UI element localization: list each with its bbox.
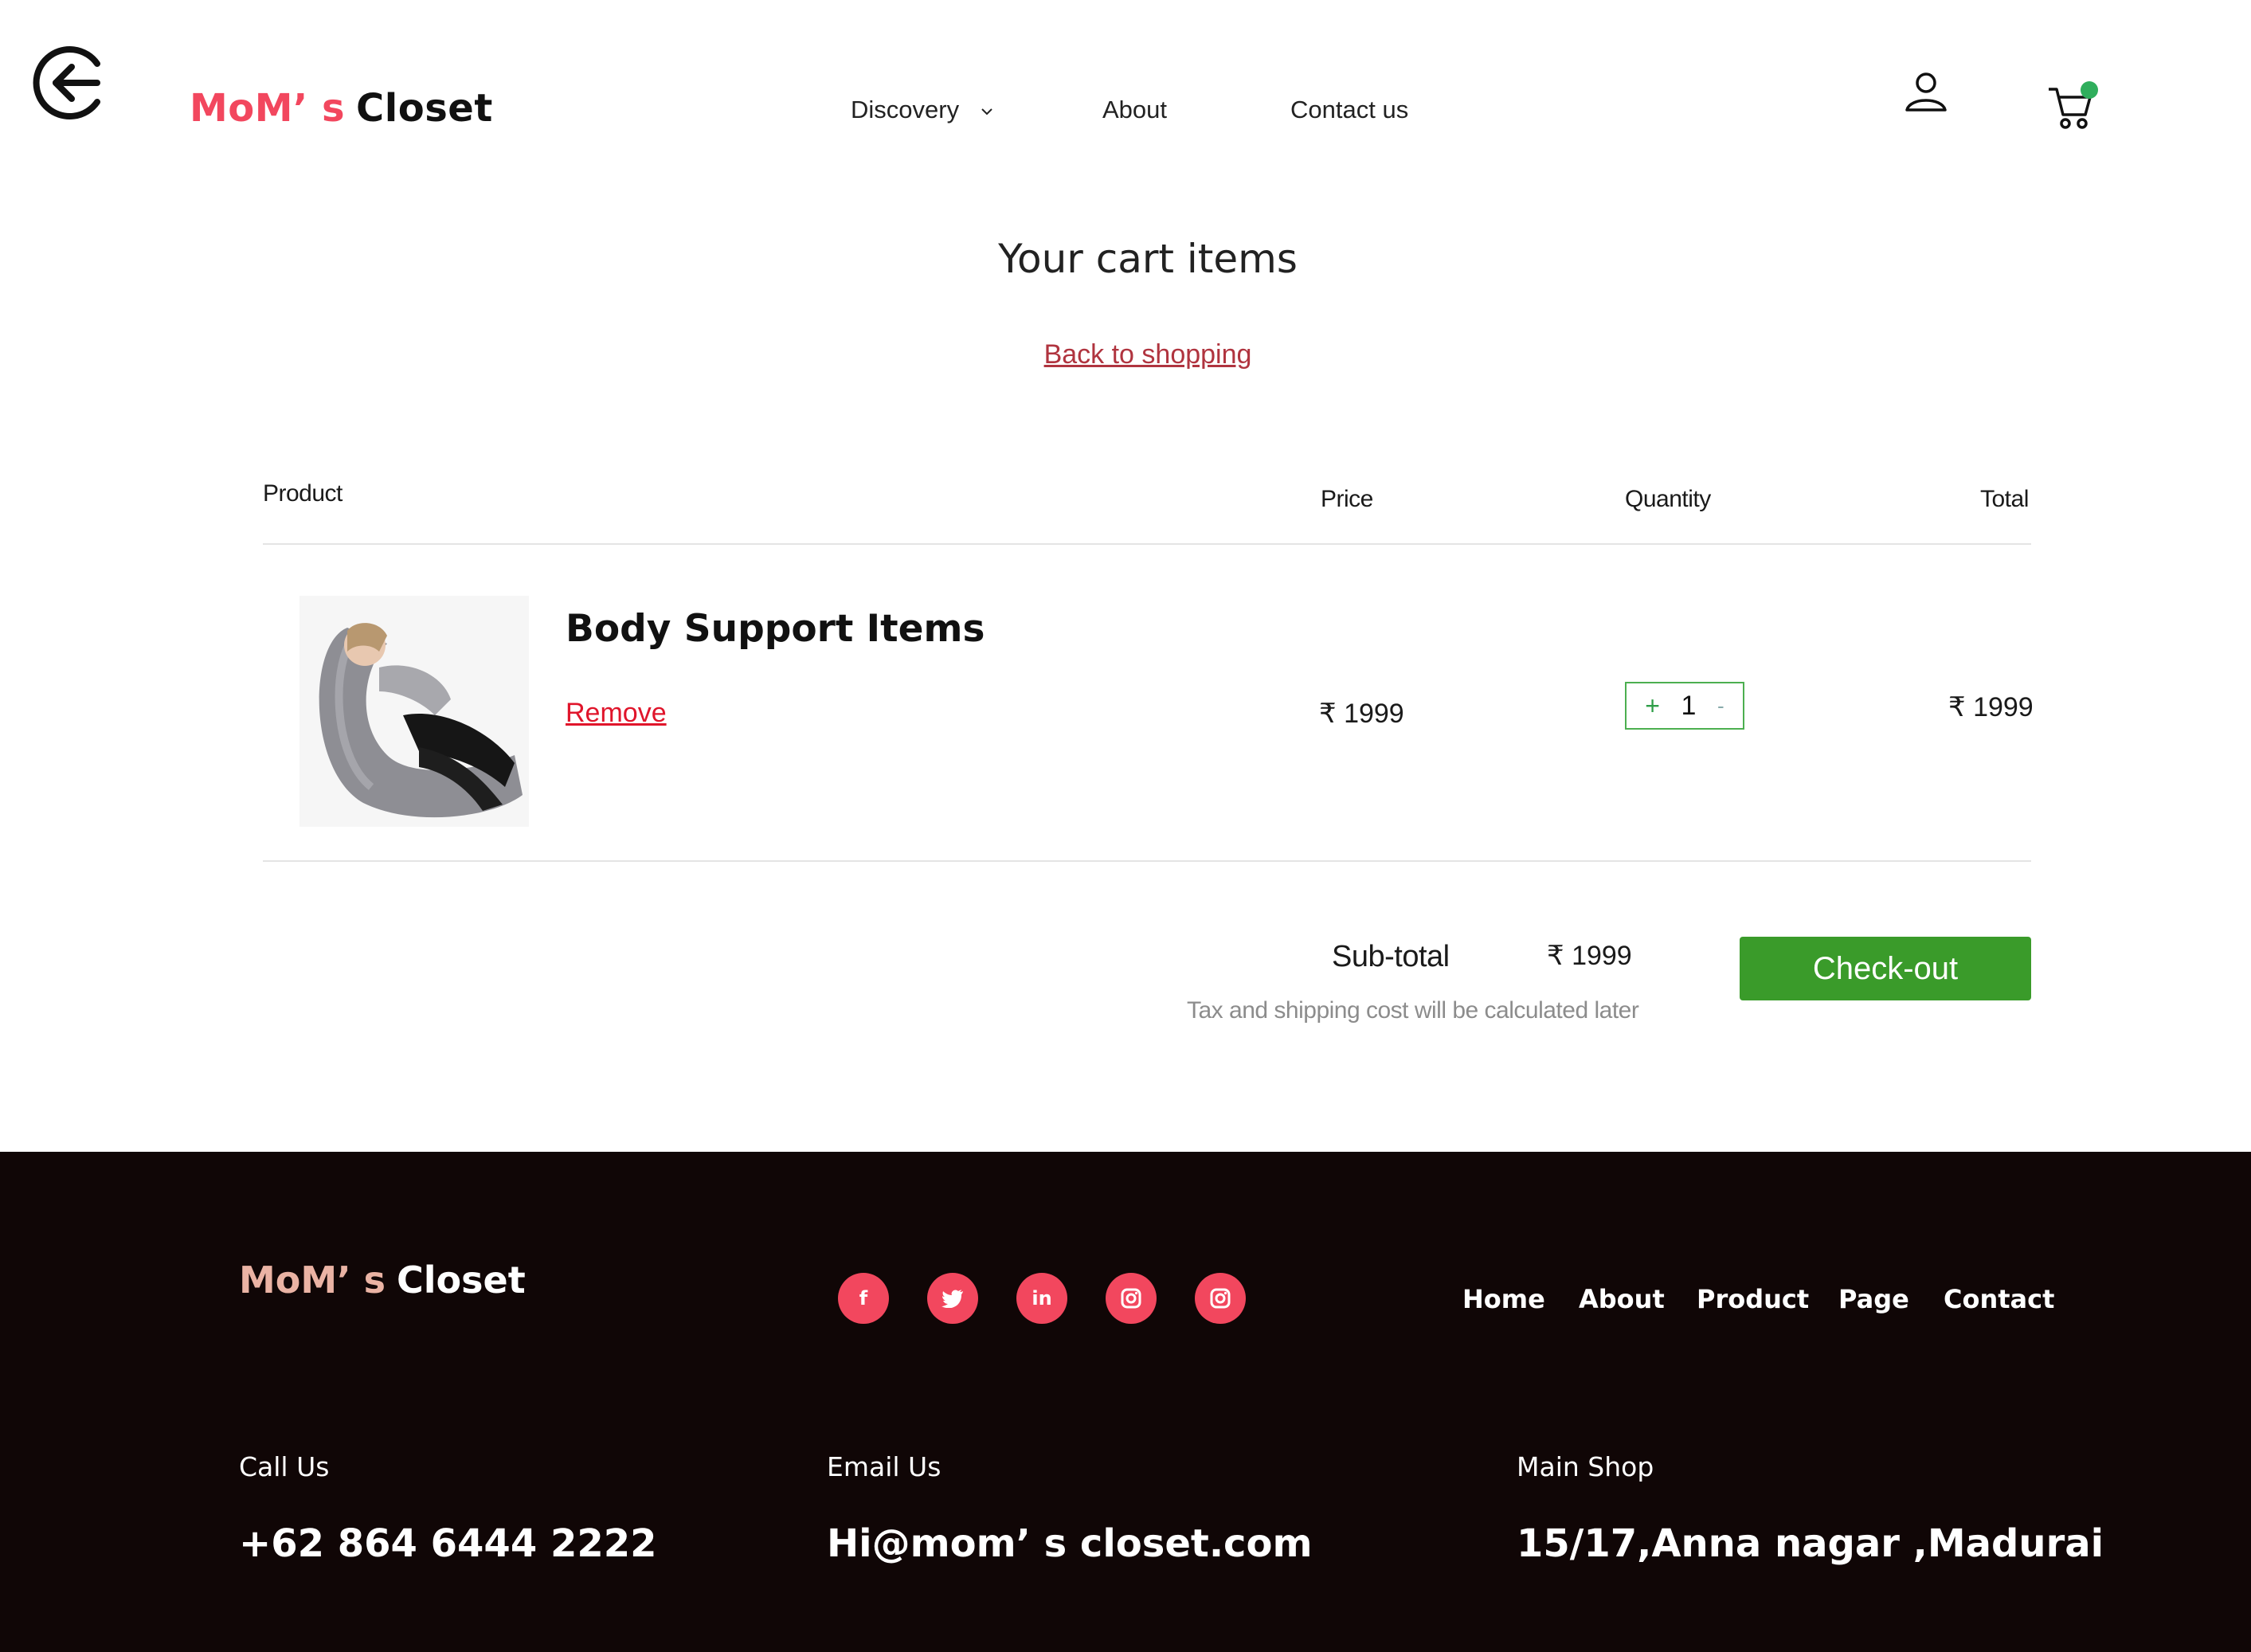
column-header-quantity: Quantity [1625, 486, 1711, 512]
tax-note: Tax and shipping cost will be calculated… [1187, 997, 1639, 1024]
main-shop-label: Main Shop [1517, 1451, 1654, 1482]
user-icon [1905, 72, 1947, 112]
linkedin-icon: in [1032, 1287, 1052, 1309]
quantity-increase-button[interactable]: + [1645, 693, 1660, 718]
nav-about[interactable]: About [1102, 96, 1167, 124]
footer [0, 1152, 2251, 1652]
subtotal-label: Sub-total [1332, 940, 1450, 973]
instagram-icon [1210, 1288, 1231, 1309]
product-image[interactable] [299, 596, 529, 827]
table-divider [263, 860, 2031, 862]
call-us-label: Call Us [239, 1451, 330, 1482]
line-total: ₹ 1999 [1948, 692, 2034, 722]
table-divider [263, 543, 2031, 545]
column-header-total: Total [1980, 486, 2029, 512]
linkedin-link[interactable]: in [1016, 1273, 1067, 1324]
back-to-shopping-link[interactable]: Back to shopping [0, 339, 2251, 370]
column-header-product: Product [263, 480, 343, 507]
instagram-link[interactable] [1106, 1273, 1157, 1324]
subtotal-value: ₹ 1999 [1547, 941, 1632, 971]
twitter-icon [942, 1290, 963, 1308]
checkout-button[interactable]: Check-out [1740, 937, 2031, 1000]
nav-contact-us[interactable]: Contact us [1290, 96, 1408, 124]
quantity-value: 1 [1681, 690, 1697, 721]
footer-nav-contact[interactable]: Contact [1944, 1284, 2054, 1314]
facebook-link[interactable]: f [838, 1273, 889, 1324]
email-address[interactable]: Hi@mom’ s closet.com [827, 1521, 1313, 1566]
shop-address: 15/17,Anna nagar ,Madurai [1517, 1521, 2104, 1566]
brand-logo[interactable]: MoM’ s Closet [190, 86, 493, 131]
twitter-link[interactable] [927, 1273, 978, 1324]
remove-item-link[interactable]: Remove [566, 698, 667, 729]
back-button[interactable] [29, 41, 112, 124]
footer-nav-home[interactable]: Home [1462, 1284, 1545, 1314]
nav-discovery-label: Discovery [851, 96, 960, 123]
page-title: Your cart items [998, 236, 1298, 282]
back-arrow-icon [33, 46, 100, 119]
nav-discovery[interactable]: Discovery [851, 96, 993, 124]
facebook-icon: f [859, 1287, 868, 1309]
product-name[interactable]: Body Support Items [566, 607, 985, 651]
logo-part1: MoM’ s [190, 86, 346, 131]
cart-badge [2081, 81, 2098, 99]
product-price: ₹ 1999 [1319, 699, 1404, 729]
footer-logo-part1: MoM’ s [239, 1259, 386, 1302]
email-us-label: Email Us [827, 1451, 942, 1482]
footer-logo[interactable]: MoM’ s Closet [239, 1259, 526, 1302]
column-header-price: Price [1321, 486, 1373, 512]
footer-nav-about[interactable]: About [1579, 1284, 1665, 1314]
chevron-down-icon [981, 108, 992, 115]
quantity-stepper[interactable]: + 1 - [1625, 682, 1744, 730]
logo-part2: Closet [356, 86, 493, 131]
instagram-icon [1121, 1288, 1141, 1309]
phone-number[interactable]: +62 864 6444 2222 [239, 1521, 657, 1566]
user-account-button[interactable] [1902, 70, 1950, 115]
footer-logo-part2: Closet [397, 1259, 526, 1302]
footer-nav-product[interactable]: Product [1697, 1284, 1809, 1314]
quantity-decrease-button[interactable]: - [1717, 695, 1724, 716]
instagram-link[interactable] [1195, 1273, 1246, 1324]
footer-nav-page[interactable]: Page [1838, 1284, 1909, 1314]
